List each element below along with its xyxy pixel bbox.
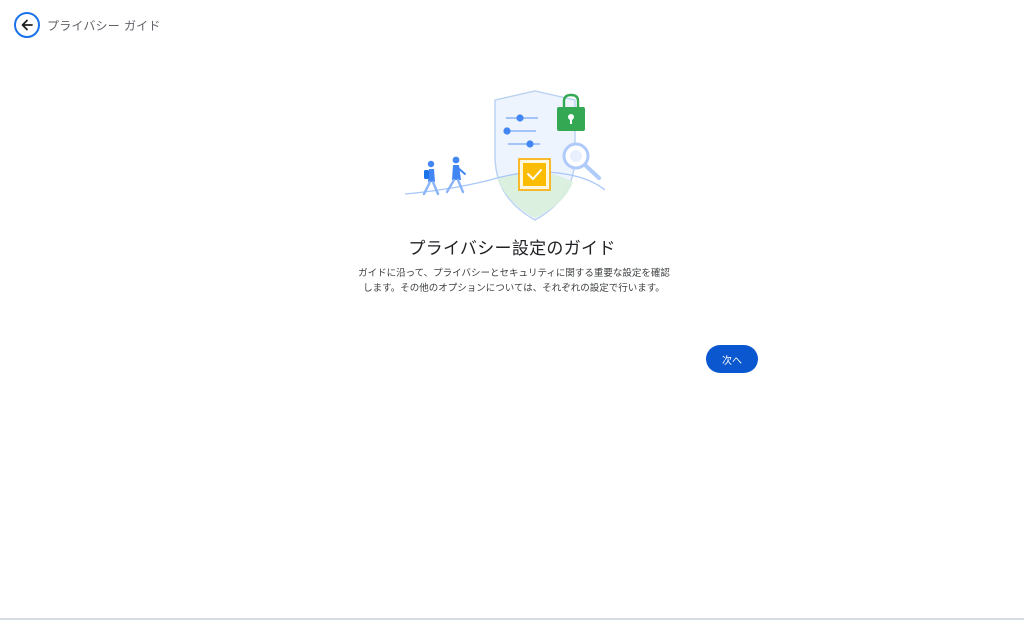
- header: プライバシー ガイド: [14, 11, 161, 39]
- privacy-guide-page: プライバシー ガイド プライバシー設定のガイド ガイドに沿って、プライバシーとセ…: [0, 0, 1024, 620]
- back-button[interactable]: [14, 12, 40, 38]
- arrow-back-icon: [21, 19, 33, 31]
- page-title: プライバシー設定のガイド: [408, 239, 616, 259]
- next-button[interactable]: 次へ: [706, 345, 758, 373]
- privacy-shield-illustration: [404, 90, 606, 221]
- description-text: ガイドに沿って、プライバシーとセキュリティに関する重要な設定を確認します。その他…: [358, 268, 670, 294]
- header-title: プライバシー ガイド: [47, 18, 161, 33]
